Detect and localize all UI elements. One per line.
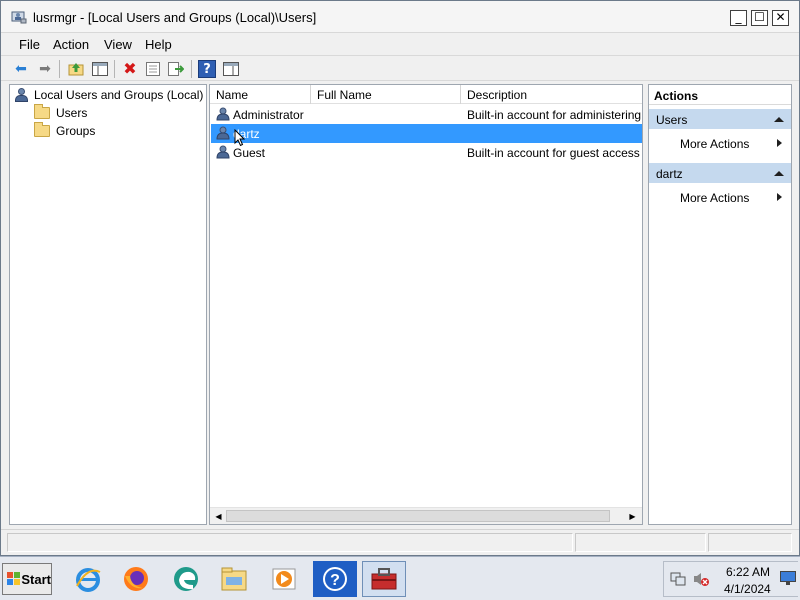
help-icon[interactable]: ? bbox=[198, 60, 216, 78]
tree-item-users-label: Users bbox=[56, 106, 88, 120]
show-desktop-icon[interactable] bbox=[780, 571, 796, 585]
clock-time[interactable]: 6:22 AM bbox=[726, 565, 770, 579]
scrollbar-thumb[interactable] bbox=[226, 510, 610, 522]
file-explorer-icon[interactable] bbox=[212, 561, 256, 597]
table-row[interactable]: Guest Built-in account for guest access … bbox=[211, 143, 642, 162]
horizontal-scrollbar[interactable]: ◀ ▶ bbox=[210, 507, 642, 524]
start-button[interactable]: Start bbox=[2, 563, 52, 595]
tree-item-groups-label: Groups bbox=[56, 124, 96, 138]
delete-icon[interactable]: ✖ bbox=[121, 60, 139, 78]
close-button[interactable]: ✕ bbox=[772, 10, 789, 26]
mouse-cursor-icon bbox=[234, 129, 246, 147]
table-row[interactable]: Administrator Built-in account for admin… bbox=[211, 105, 642, 124]
toolbar-separator bbox=[114, 60, 115, 78]
collapse-icon[interactable] bbox=[774, 171, 784, 176]
toolbar-separator bbox=[191, 60, 192, 78]
media-player-icon[interactable] bbox=[262, 561, 306, 597]
title-bar[interactable]: lusrmgr - [Local Users and Groups (Local… bbox=[1, 1, 799, 33]
menu-help[interactable]: Help bbox=[145, 37, 172, 52]
minimize-button[interactable]: _ bbox=[730, 10, 747, 26]
actions-group-users-label: Users bbox=[656, 113, 688, 127]
collapse-icon[interactable] bbox=[774, 117, 784, 122]
users-icon bbox=[14, 88, 29, 102]
user-icon bbox=[216, 145, 230, 159]
users-list-pane[interactable]: Name Full Name Description Administrator… bbox=[209, 84, 643, 525]
more-actions-label: More Actions bbox=[680, 191, 750, 205]
user-icon bbox=[216, 126, 230, 140]
actions-item-more-actions-users[interactable]: More Actions bbox=[649, 133, 791, 153]
tree-item-users[interactable]: Users bbox=[34, 104, 87, 122]
status-segment bbox=[708, 533, 792, 552]
properties-icon[interactable] bbox=[144, 60, 162, 78]
back-arrow-icon[interactable]: ⬅ bbox=[12, 60, 30, 78]
scroll-right-icon[interactable]: ▶ bbox=[626, 510, 639, 523]
cell-name: Guest bbox=[233, 146, 266, 160]
actions-pane: Actions Users More Actions dartz More Ac… bbox=[648, 84, 792, 525]
maximize-button[interactable]: ☐ bbox=[751, 10, 768, 26]
table-row-selected[interactable]: dartz bbox=[211, 124, 642, 143]
cell-description: Built-in account for administering bbox=[467, 108, 642, 122]
column-header-name[interactable]: Name bbox=[210, 85, 310, 104]
column-header-description[interactable]: Description bbox=[461, 85, 642, 104]
folder-icon bbox=[34, 104, 50, 119]
clock-date[interactable]: 4/1/2024 bbox=[724, 582, 771, 596]
tree-item-groups[interactable]: Groups bbox=[34, 122, 95, 140]
menu-file[interactable]: File bbox=[19, 37, 40, 52]
submenu-arrow-icon bbox=[777, 139, 782, 147]
status-segment bbox=[7, 533, 573, 552]
column-header-full-name[interactable]: Full Name bbox=[311, 85, 460, 104]
network-icon[interactable] bbox=[670, 571, 686, 587]
menu-action[interactable]: Action bbox=[53, 37, 89, 52]
toolbar: ⬅ ➡ ✖ ? bbox=[1, 55, 799, 81]
user-icon bbox=[216, 107, 230, 121]
submenu-arrow-icon bbox=[777, 193, 782, 201]
actions-group-dartz-label: dartz bbox=[656, 167, 683, 181]
more-actions-label: More Actions bbox=[680, 137, 750, 151]
help-icon[interactable]: ? bbox=[313, 561, 357, 597]
actions-group-dartz[interactable]: dartz bbox=[649, 163, 791, 183]
actions-item-more-actions-dartz[interactable]: More Actions bbox=[649, 187, 791, 207]
tree-root[interactable]: Local Users and Groups (Local) bbox=[14, 86, 203, 104]
volume-muted-icon[interactable] bbox=[693, 571, 709, 587]
status-bar bbox=[1, 529, 799, 555]
cell-description: Built-in account for guest access t bbox=[467, 146, 642, 160]
actions-group-users[interactable]: Users bbox=[649, 109, 791, 129]
status-segment bbox=[575, 533, 706, 552]
lusrmgr-window: lusrmgr - [Local Users and Groups (Local… bbox=[0, 0, 800, 556]
toolbar-separator bbox=[59, 60, 60, 78]
window-title: lusrmgr - [Local Users and Groups (Local… bbox=[33, 10, 317, 25]
scroll-left-icon[interactable]: ◀ bbox=[212, 510, 225, 523]
show-hide-tree-icon[interactable] bbox=[91, 60, 109, 78]
internet-explorer-icon[interactable] bbox=[66, 561, 110, 597]
windows-logo-icon bbox=[7, 572, 20, 586]
toolbox-icon[interactable] bbox=[362, 561, 406, 597]
up-folder-icon[interactable] bbox=[67, 60, 85, 78]
forward-arrow-icon[interactable]: ➡ bbox=[36, 60, 54, 78]
firefox-icon[interactable] bbox=[114, 561, 158, 597]
edge-icon[interactable] bbox=[164, 561, 208, 597]
folder-icon bbox=[34, 122, 50, 137]
svg-text:?: ? bbox=[330, 572, 340, 589]
cell-name: Administrator bbox=[233, 108, 304, 122]
tree-root-label: Local Users and Groups (Local) bbox=[34, 88, 204, 102]
show-hide-action-pane-icon[interactable] bbox=[222, 60, 240, 78]
console-tree-pane[interactable]: Local Users and Groups (Local) Users Gro… bbox=[9, 84, 207, 525]
start-label: Start bbox=[21, 571, 51, 587]
export-list-icon[interactable] bbox=[167, 60, 185, 78]
actions-pane-title: Actions bbox=[649, 85, 791, 105]
taskbar: Start ? 6:22 AM 4/1/2024 bbox=[0, 556, 800, 600]
lusrmgr-app-icon bbox=[11, 11, 27, 24]
menu-view[interactable]: View bbox=[104, 37, 132, 52]
menu-bar: File Action View Help bbox=[1, 34, 799, 55]
